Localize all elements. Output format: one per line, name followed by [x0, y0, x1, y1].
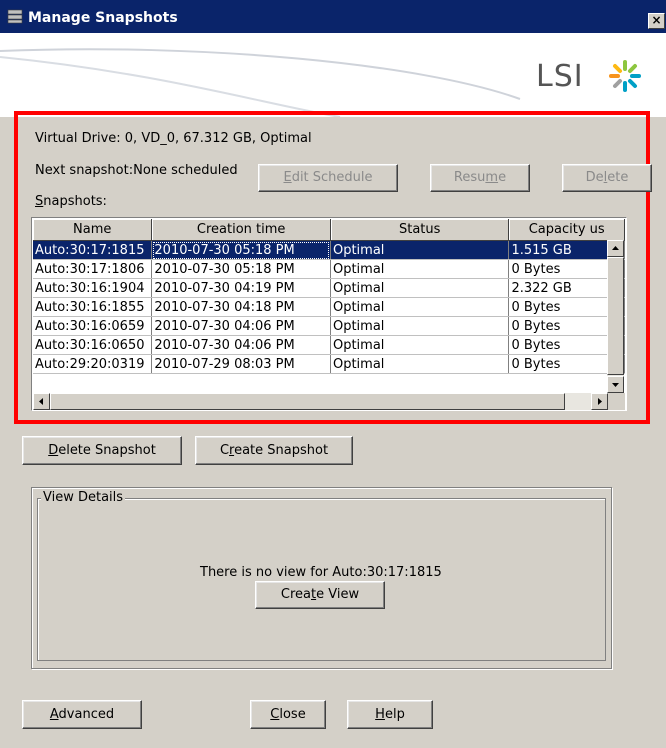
cell-name: Auto:30:16:0650 [33, 335, 153, 355]
vertical-scrollbar[interactable] [607, 240, 624, 393]
delete-label: ete [607, 170, 629, 185]
create-view-button[interactable]: Create View [255, 581, 385, 609]
delete-snapshot-mnemonic: D [48, 443, 59, 458]
close-window-button[interactable]: × [648, 13, 665, 29]
cell-status: Optimal [330, 259, 510, 279]
cell-name: Auto:30:16:0659 [33, 316, 153, 336]
table-row[interactable]: Auto:30:16:1855 2010-07-30 04:18 PM Optima… [33, 297, 625, 317]
help-button[interactable]: Help [347, 700, 433, 729]
header-banner: LSI [0, 33, 666, 117]
table-row[interactable]: Auto:30:16:0659 2010-07-30 04:06 PM Optima… [33, 316, 625, 336]
lsi-logo-text: LSI [536, 59, 584, 94]
scroll-down-button[interactable] [607, 376, 624, 393]
advanced-mnemonic: A [49, 707, 59, 722]
view-details-legend: View Details [41, 490, 126, 505]
edit-schedule-mnemonic: E [283, 170, 292, 185]
table-row[interactable]: Auto:30:17:1806 2010-07-30 05:18 PM Optima… [33, 259, 625, 279]
create-view-label-pre: Crea [280, 587, 311, 602]
cell-creation-time: 2010-07-30 05:18 PM [151, 240, 331, 260]
snapshots-table[interactable]: Name Creation time Status Capacity us Au… [31, 217, 627, 411]
cell-creation-time: 2010-07-30 04:06 PM [151, 316, 331, 336]
snapshots-table-viewport: Name Creation time Status Capacity us Au… [33, 219, 625, 393]
snapshots-grid: Name Creation time Status Capacity us Au… [33, 219, 625, 374]
scroll-up-button[interactable] [607, 240, 624, 257]
table-row[interactable]: Auto:30:16:0650 2010-07-30 04:06 PM Optima… [33, 335, 625, 355]
delete-schedule-button[interactable]: Delete [562, 164, 652, 192]
help-mnemonic: H [375, 707, 385, 722]
column-header-status[interactable]: Status [330, 219, 510, 241]
create-snapshot-label: eate Snapshot [234, 443, 329, 458]
close-mnemonic: C [270, 707, 280, 722]
cell-name: Auto:30:17:1806 [33, 259, 153, 279]
cell-status: Optimal [330, 316, 510, 336]
table-header-row: Name Creation time Status Capacity us [33, 219, 625, 241]
column-header-name[interactable]: Name [33, 219, 153, 241]
column-header-capacity[interactable]: Capacity us [508, 219, 625, 241]
table-row[interactable]: Auto:30:17:1815 2010-07-30 05:18 PM Optima… [33, 240, 625, 260]
create-snapshot-label-pre: C [219, 443, 230, 458]
cell-creation-time: 2010-07-30 04:06 PM [151, 335, 331, 355]
edit-schedule-button[interactable]: Edit Schedule [258, 164, 398, 192]
resume-mnemonic: m [485, 170, 499, 185]
close-icon: × [651, 13, 662, 27]
scroll-left-button[interactable] [33, 393, 50, 410]
window-title: Manage Snapshots [28, 10, 178, 26]
table-row[interactable]: Auto:29:20:0319 2010-07-29 08:03 PM Optima… [33, 354, 625, 374]
cell-status: Optimal [330, 240, 510, 260]
lsi-starburst-icon [609, 60, 641, 92]
next-snapshot-info: Next snapshot:None scheduled [35, 163, 238, 178]
scroll-right-button[interactable] [591, 393, 608, 410]
title-bar[interactable]: Manage Snapshots × [0, 0, 666, 33]
horizontal-scrollbar[interactable] [33, 393, 608, 410]
cell-name: Auto:30:17:1815 [33, 240, 153, 260]
resume-label-pre: Resu [453, 170, 486, 185]
snapshots-label: Snapshots: [35, 194, 107, 209]
cell-name: Auto:29:20:0319 [33, 354, 153, 374]
close-button[interactable]: Close [250, 700, 326, 729]
close-label: lose [279, 707, 306, 722]
cell-status: Optimal [330, 354, 510, 374]
column-header-creation-time[interactable]: Creation time [151, 219, 331, 241]
arrow-up-icon [612, 246, 619, 250]
arrow-down-icon [612, 383, 619, 387]
vertical-scroll-thumb[interactable] [607, 257, 624, 375]
create-view-label: e View [316, 587, 360, 602]
snapshots-table-body: Auto:30:17:1815 2010-07-30 05:18 PM Optima… [33, 240, 625, 374]
cell-status: Optimal [330, 335, 510, 355]
edit-schedule-label: dit Schedule [291, 170, 373, 185]
cell-name: Auto:30:16:1855 [33, 297, 153, 317]
delete-snapshot-label: elete Snapshot [58, 443, 156, 458]
arrow-left-icon [39, 398, 43, 405]
no-view-message: There is no view for Auto:30:17:1815 [200, 565, 442, 580]
delete-snapshot-button[interactable]: Delete Snapshot [22, 436, 182, 465]
create-snapshot-button[interactable]: Create Snapshot [195, 436, 353, 465]
cell-creation-time: 2010-07-30 04:18 PM [151, 297, 331, 317]
advanced-button[interactable]: Advanced [22, 700, 142, 729]
scrollbar-corner [608, 393, 625, 410]
arrow-right-icon [598, 398, 602, 405]
cell-status: Optimal [330, 297, 510, 317]
cell-creation-time: 2010-07-30 04:19 PM [151, 278, 331, 298]
horizontal-scroll-thumb[interactable] [50, 393, 565, 410]
help-label: elp [384, 707, 405, 722]
virtual-drive-info: Virtual Drive: 0, VD_0, 67.312 GB, Optim… [35, 131, 312, 146]
cell-creation-time: 2010-07-29 08:03 PM [151, 354, 331, 374]
cell-creation-time: 2010-07-30 05:18 PM [151, 259, 331, 279]
cell-status: Optimal [330, 278, 510, 298]
app-icon [7, 9, 23, 24]
cell-name: Auto:30:16:1904 [33, 278, 153, 298]
table-row[interactable]: Auto:30:16:1904 2010-07-30 04:19 PM Optima… [33, 278, 625, 298]
advanced-label: dvanced [58, 707, 115, 722]
resume-label: e [498, 170, 507, 185]
resume-button[interactable]: Resume [430, 164, 530, 192]
snapshots-label-text: napshots: [43, 194, 107, 209]
delete-label-pre: De [585, 170, 604, 185]
